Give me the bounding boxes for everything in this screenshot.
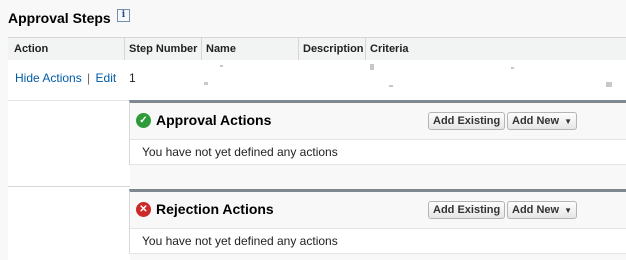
rejection-actions-header: ✕ Rejection Actions Add Existing Add New… [130, 192, 626, 228]
caret-down-icon: ▼ [564, 117, 572, 126]
step-number-cell: 1 [129, 71, 136, 85]
edit-link[interactable]: Edit [96, 71, 117, 85]
column-header-criteria: Criteria [365, 38, 570, 60]
approval-actions-header: ✓ Approval Actions Add Existing Add New ▼ [130, 103, 626, 139]
approval-steps-section: Approval Steps i Action Step Number Name… [0, 0, 626, 260]
row-actions: Hide Actions | Edit [15, 71, 116, 85]
section-header: Approval Steps i [0, 0, 626, 36]
column-header-name: Name [201, 38, 298, 60]
add-new-label: Add New [512, 204, 560, 216]
check-circle-icon: ✓ [136, 113, 151, 128]
approval-actions-panel: ✓ Approval Actions Add Existing Add New ▼… [129, 100, 626, 165]
action-separator: | [87, 71, 91, 85]
table-header: Action Step Number Name Description Crit… [8, 37, 626, 61]
add-new-button[interactable]: Add New ▼ [507, 201, 577, 219]
x-circle-icon: ✕ [136, 202, 151, 217]
column-header-description: Description [298, 38, 365, 60]
approval-actions-empty-message: You have not yet defined any actions [130, 139, 626, 165]
rejection-actions-panel: ✕ Rejection Actions Add Existing Add New… [129, 189, 626, 254]
add-existing-button[interactable]: Add Existing [428, 201, 506, 219]
table-row: Hide Actions | Edit 1 [8, 60, 626, 101]
redacted-mark [220, 65, 223, 67]
indent-column [8, 101, 130, 260]
info-icon[interactable]: i [117, 9, 130, 22]
add-new-button[interactable]: Add New ▼ [507, 112, 577, 130]
hide-actions-link[interactable]: Hide Actions [15, 71, 82, 85]
redacted-mark [606, 82, 612, 87]
column-header-action: Action [14, 43, 49, 55]
redacted-mark [204, 82, 208, 85]
rejection-actions-title: Rejection Actions [156, 201, 274, 217]
caret-down-icon: ▼ [564, 206, 572, 215]
section-title: Approval Steps [8, 10, 111, 26]
rejection-actions-empty-message: You have not yet defined any actions [130, 228, 626, 254]
redacted-mark [389, 85, 393, 87]
add-existing-button[interactable]: Add Existing [428, 112, 506, 130]
divider [8, 186, 130, 187]
redacted-mark [370, 64, 374, 70]
add-new-label: Add New [512, 115, 560, 127]
column-header-step-number: Step Number [124, 38, 201, 60]
approval-actions-title: Approval Actions [156, 112, 272, 128]
redacted-mark [511, 67, 514, 69]
